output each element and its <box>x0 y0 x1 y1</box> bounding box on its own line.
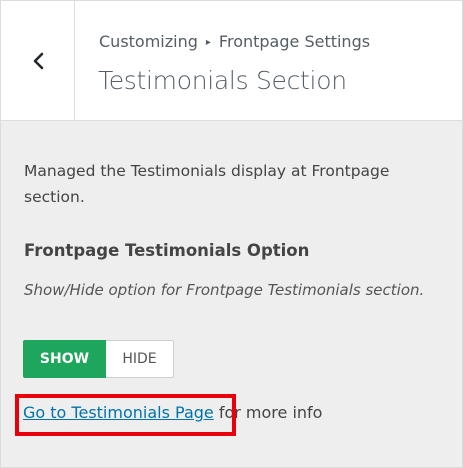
section-header: Customizing ▸ Frontpage Settings Testimoni… <box>1 1 462 121</box>
option-description: Show/Hide option for Frontpage Testimoni… <box>24 281 425 299</box>
back-button[interactable] <box>1 1 75 120</box>
customizer-panel: Customizing ▸ Frontpage Settings Testimoni… <box>0 0 463 468</box>
chevron-left-icon <box>31 51 45 71</box>
hide-button[interactable]: HIDE <box>106 340 174 378</box>
option-title: Frontpage Testimonials Option <box>24 241 310 260</box>
highlight-box <box>15 394 236 436</box>
breadcrumb-separator-icon: ▸ <box>205 37 211 48</box>
breadcrumb: Customizing ▸ Frontpage Settings <box>99 31 370 56</box>
breadcrumb-current: Frontpage Settings <box>218 32 371 51</box>
show-hide-toggle: SHOW HIDE <box>23 340 174 378</box>
breadcrumb-parent: Customizing <box>99 32 198 51</box>
show-button[interactable]: SHOW <box>23 340 106 378</box>
section-description: Managed the Testimonials display at Fron… <box>24 162 390 206</box>
section-title: Testimonials Section <box>98 66 347 95</box>
